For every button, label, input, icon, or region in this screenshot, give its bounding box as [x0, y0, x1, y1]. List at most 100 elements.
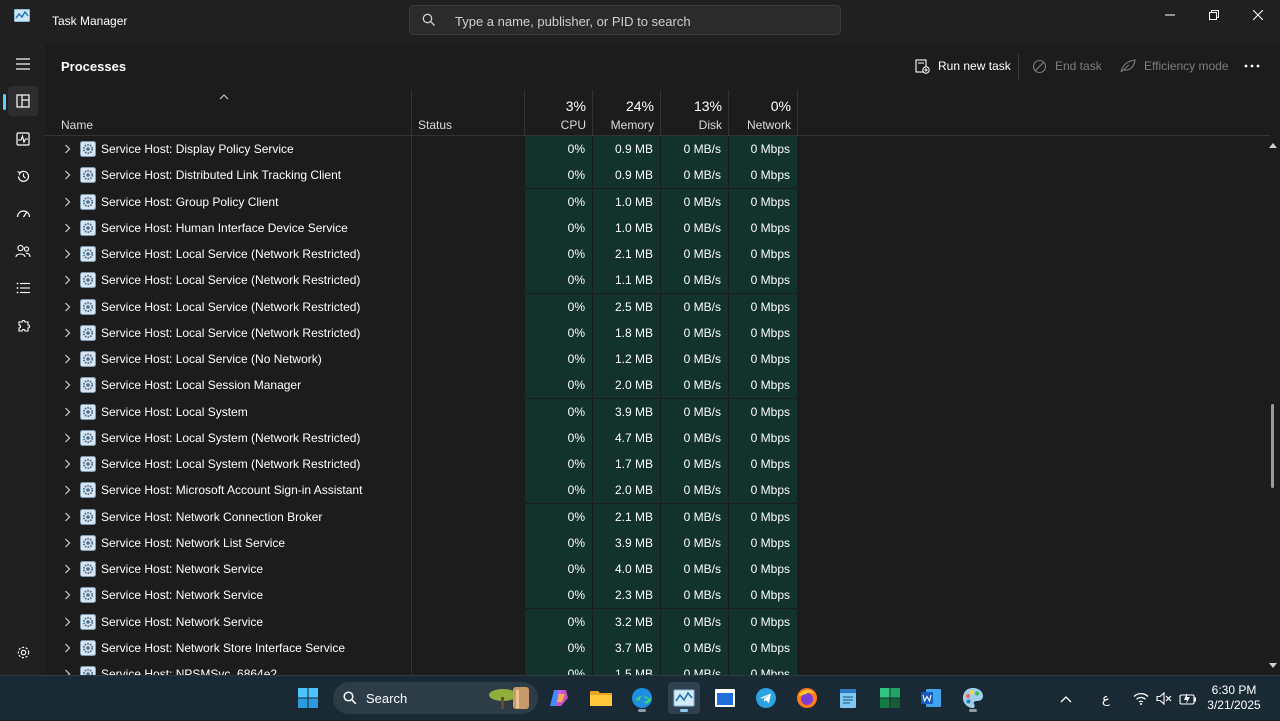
expand-chevron-icon[interactable]	[61, 162, 73, 188]
network-status-button[interactable]	[1133, 676, 1149, 721]
scroll-up-arrow-icon[interactable]	[1269, 142, 1277, 148]
efficiency-mode-button[interactable]: Efficiency mode	[1120, 56, 1229, 76]
expand-chevron-icon[interactable]	[61, 215, 73, 241]
expand-chevron-icon[interactable]	[61, 504, 73, 530]
table-row[interactable]: Service Host: Network Connection Broker 0…	[45, 503, 1270, 530]
minimize-button[interactable]	[1148, 0, 1192, 30]
excel-button[interactable]	[874, 682, 906, 714]
word-button[interactable]	[915, 682, 947, 714]
column-header-disk[interactable]: 13% Disk	[661, 89, 728, 136]
table-row[interactable]: Service Host: Distributed Link Tracking …	[45, 162, 1270, 189]
taskbar-search[interactable]: Search	[333, 682, 538, 714]
table-row[interactable]: Service Host: Local System (Network Rest…	[45, 424, 1270, 451]
expand-chevron-icon[interactable]	[61, 267, 73, 293]
search-input[interactable]	[453, 12, 827, 30]
close-button[interactable]	[1236, 0, 1280, 30]
nav-startup-apps[interactable]	[8, 199, 38, 229]
hamburger-menu-button[interactable]	[8, 49, 38, 79]
table-row[interactable]: Service Host: Local Service (Network Res…	[45, 293, 1270, 320]
table-row[interactable]: Service Host: NPSMSvc_6864e2 0% 1.5 MB 0 MB…	[45, 661, 1270, 675]
taskbar-clock[interactable]: 6:30 PM 3/21/2025	[1198, 683, 1270, 713]
column-header-network[interactable]: 0% Network	[729, 89, 797, 136]
table-row[interactable]: Service Host: Local System (Network Rest…	[45, 451, 1270, 477]
table-row[interactable]: Service Host: Local Service (Network Res…	[45, 319, 1270, 346]
table-row[interactable]: Service Host: Network List Service 0% 3.9 …	[45, 529, 1270, 556]
more-options-button[interactable]	[1244, 56, 1260, 76]
cpu-value-cell: 0%	[525, 582, 592, 609]
process-search-box[interactable]	[409, 5, 841, 35]
expand-chevron-icon[interactable]	[61, 609, 73, 635]
restore-button[interactable]	[1192, 0, 1236, 30]
table-row[interactable]: Service Host: Network Service 0% 4.0 MB 0 M…	[45, 556, 1270, 582]
nav-details[interactable]	[8, 273, 38, 303]
folder-icon	[590, 691, 612, 706]
vertical-scrollbar[interactable]	[1268, 136, 1278, 675]
table-row[interactable]: Service Host: Local Service (Network Res…	[45, 241, 1270, 267]
expand-chevron-icon[interactable]	[61, 189, 73, 215]
task-manager-taskbar-button[interactable]	[668, 682, 700, 714]
table-row[interactable]: Service Host: Network Service 0% 3.2 MB 0 M…	[45, 608, 1270, 635]
nav-settings[interactable]	[8, 637, 38, 667]
disk-value: 0 MB/s	[683, 352, 721, 366]
table-row[interactable]: Service Host: Local System 0% 3.9 MB 0 MB/s…	[45, 398, 1270, 425]
run-new-task-button[interactable]: Run new task	[915, 56, 1011, 76]
nav-performance[interactable]	[8, 124, 38, 154]
show-hidden-icons-button[interactable]	[1060, 676, 1072, 721]
table-row[interactable]: Service Host: Local Session Manager 0% 2.0…	[45, 372, 1270, 399]
copilot-button[interactable]	[543, 682, 575, 714]
memory-value-cell: 1.7 MB	[593, 451, 660, 477]
nav-users[interactable]	[8, 236, 38, 266]
memory-value: 1.5 MB	[614, 667, 653, 675]
table-row[interactable]: Service Host: Group Policy Client 0% 1.0 M…	[45, 188, 1270, 215]
memory-value-cell: 1.0 MB	[593, 214, 660, 241]
scrollbar-thumb[interactable]	[1271, 404, 1274, 488]
column-header-status[interactable]: Status	[412, 89, 524, 136]
expand-chevron-icon[interactable]	[61, 530, 73, 556]
volume-button[interactable]	[1156, 676, 1172, 721]
notepad-button[interactable]	[832, 682, 864, 714]
table-row[interactable]: Service Host: Display Policy Service 0% 0.…	[45, 136, 1270, 162]
memory-value-cell: 0.9 MB	[593, 136, 660, 162]
expand-chevron-icon[interactable]	[61, 399, 73, 425]
app-window-button[interactable]	[709, 682, 741, 714]
expand-chevron-icon[interactable]	[61, 346, 73, 372]
expand-chevron-icon[interactable]	[61, 136, 73, 162]
expand-chevron-icon[interactable]	[61, 320, 73, 346]
input-language-indicator[interactable]: ع	[1102, 676, 1110, 721]
table-row[interactable]: Service Host: Local Service (No Network)…	[45, 346, 1270, 372]
nav-services[interactable]	[8, 311, 38, 341]
battery-button[interactable]	[1179, 676, 1197, 721]
table-row[interactable]: Service Host: Human Interface Device Ser…	[45, 214, 1270, 241]
paint-button[interactable]	[957, 682, 989, 714]
table-row[interactable]: Service Host: Network Service 0% 2.3 MB 0 M…	[45, 582, 1270, 609]
table-row[interactable]: Service Host: Network Store Interface Se…	[45, 634, 1270, 661]
column-header-memory[interactable]: 24% Memory	[593, 89, 660, 136]
scroll-down-arrow-icon[interactable]	[1269, 663, 1277, 669]
chevron-right-icon	[64, 590, 70, 600]
nav-app-history[interactable]	[8, 161, 38, 191]
disk-value-cell: 0 MB/s	[661, 424, 728, 451]
firefox-button[interactable]	[791, 682, 823, 714]
expand-chevron-icon[interactable]	[61, 425, 73, 451]
expand-chevron-icon[interactable]	[61, 582, 73, 608]
telegram-button[interactable]	[750, 682, 782, 714]
column-header-cpu[interactable]: 3% CPU	[525, 89, 592, 136]
file-explorer-button[interactable]	[585, 682, 617, 714]
battery-charging-icon	[1179, 693, 1196, 705]
start-button[interactable]	[292, 682, 324, 714]
expand-chevron-icon[interactable]	[61, 477, 73, 503]
nav-processes[interactable]	[8, 86, 38, 116]
expand-chevron-icon[interactable]	[61, 661, 73, 675]
table-row[interactable]: Service Host: Local Service (Network Res…	[45, 267, 1270, 294]
expand-chevron-icon[interactable]	[61, 556, 73, 582]
end-task-button[interactable]: End task	[1032, 56, 1102, 76]
edge-button[interactable]	[626, 682, 658, 714]
expand-chevron-icon[interactable]	[61, 451, 73, 477]
cpu-value-cell: 0%	[525, 241, 592, 267]
table-row[interactable]: Service Host: Microsoft Account Sign-in …	[45, 477, 1270, 504]
expand-chevron-icon[interactable]	[61, 372, 73, 398]
expand-chevron-icon[interactable]	[61, 241, 73, 267]
column-header-name[interactable]: Name	[45, 89, 411, 136]
expand-chevron-icon[interactable]	[61, 635, 73, 661]
expand-chevron-icon[interactable]	[61, 294, 73, 320]
